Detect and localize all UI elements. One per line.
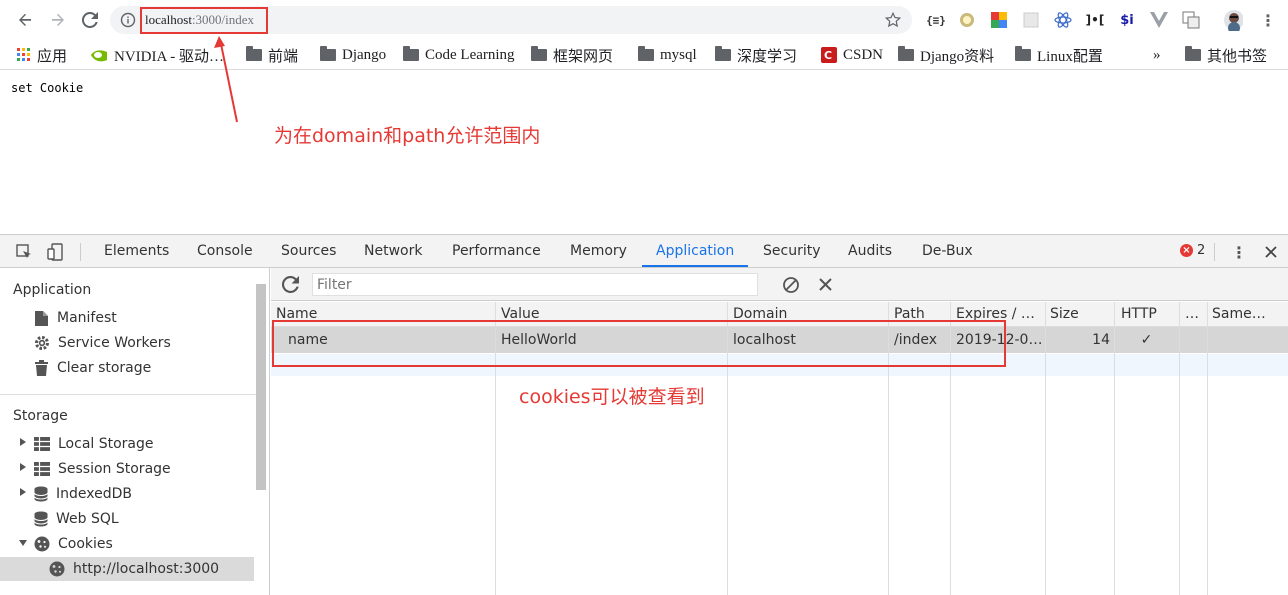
cookies-visible-annotation: cookies可以被查看到 [519,386,705,408]
cookie-row-highlight-box [272,320,1006,367]
annotation-arrow-icon [214,36,238,123]
